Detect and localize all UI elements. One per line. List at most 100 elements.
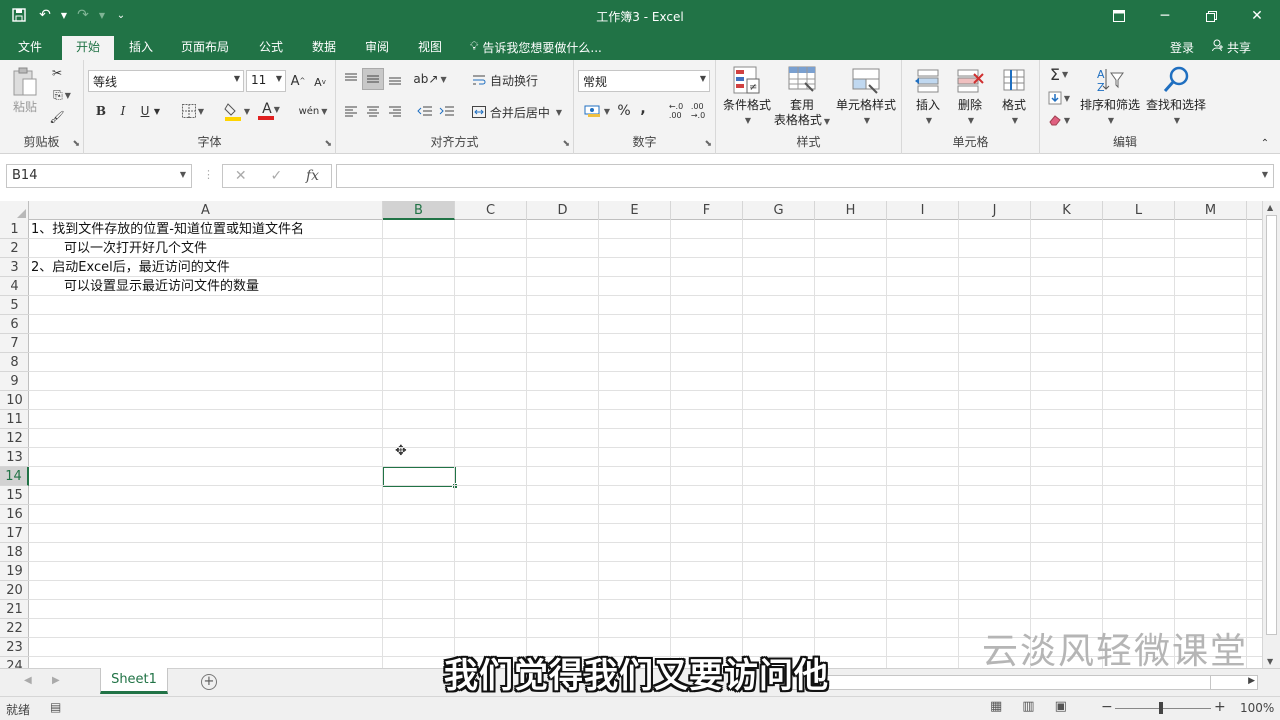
cell-styles-button[interactable]: 单元格样式 ▼ — [834, 64, 898, 128]
share-button[interactable]: 共享 — [1212, 39, 1251, 56]
cell-A3[interactable]: 2、启动Excel后，最近访问的文件 — [31, 258, 230, 277]
font-color-icon[interactable]: A ▼ — [254, 100, 288, 122]
tab-home[interactable]: 开始 — [62, 36, 114, 60]
page-break-view-icon[interactable]: ▣ — [1055, 699, 1067, 714]
sheet-tab-sheet1[interactable]: Sheet1 — [100, 668, 168, 694]
page-layout-view-icon[interactable]: ▥ — [1022, 699, 1034, 714]
row-header-6[interactable]: 6 — [0, 315, 29, 334]
insert-function-icon[interactable]: fx — [306, 168, 319, 184]
row-header-7[interactable]: 7 — [0, 334, 29, 353]
vertical-scroll-thumb[interactable] — [1266, 215, 1277, 635]
scroll-up-icon[interactable]: ▲ — [1267, 203, 1273, 212]
next-sheet-icon[interactable]: ▶ — [52, 675, 60, 686]
align-top-icon[interactable] — [342, 70, 360, 88]
column-header-F[interactable]: F — [671, 201, 743, 220]
decrease-font-icon[interactable]: Av — [312, 74, 328, 90]
tab-data[interactable]: 数据 — [304, 36, 344, 60]
column-header-G[interactable]: G — [743, 201, 815, 220]
normal-view-icon[interactable]: ▦ — [990, 699, 1002, 714]
row-header-3[interactable]: 3 — [0, 258, 29, 277]
number-launcher-icon[interactable]: ⬊ — [704, 139, 712, 149]
fill-color-icon[interactable]: ▼ — [220, 100, 254, 122]
column-header-B[interactable]: B — [383, 201, 455, 220]
tab-formulas[interactable]: 公式 — [251, 36, 291, 60]
zoom-slider-thumb[interactable] — [1159, 702, 1163, 714]
zoom-level[interactable]: 100% — [1240, 701, 1274, 715]
align-center-icon[interactable] — [364, 102, 382, 120]
row-header-17[interactable]: 17 — [0, 524, 29, 543]
row-header-15[interactable]: 15 — [0, 486, 29, 505]
paste-button[interactable]: 粘贴 — [8, 66, 42, 115]
copy-icon[interactable]: ⎘ ▼ — [48, 86, 76, 104]
prev-sheet-icon[interactable]: ◀ — [24, 675, 32, 686]
row-header-22[interactable]: 22 — [0, 619, 29, 638]
align-bottom-icon[interactable] — [386, 70, 404, 88]
align-left-icon[interactable] — [342, 102, 360, 120]
row-header-11[interactable]: 11 — [0, 410, 29, 429]
column-header-M[interactable]: M — [1175, 201, 1247, 220]
column-header-A[interactable]: A — [29, 201, 383, 220]
row-header-13[interactable]: 13 — [0, 448, 29, 467]
increase-indent-icon[interactable] — [438, 102, 456, 120]
format-as-table-button[interactable]: 套用 表格格式 ▼ — [772, 64, 832, 129]
column-header-J[interactable]: J — [959, 201, 1031, 220]
find-select-button[interactable]: 查找和选择 ▼ — [1144, 64, 1208, 128]
column-header-L[interactable]: L — [1103, 201, 1175, 220]
cut-icon[interactable]: ✂ — [48, 64, 66, 82]
tell-me-box[interactable]: 💡︎ 告诉我您想要做什么... — [470, 39, 602, 56]
underline-dropdown-icon[interactable]: ▼ — [152, 102, 162, 120]
comma-style-button[interactable]: , — [636, 100, 650, 118]
insert-cells-button[interactable]: 插入 ▼ — [908, 64, 948, 128]
phonetic-icon[interactable]: wén ▼ — [296, 100, 330, 122]
close-icon[interactable]: ✕ — [1234, 0, 1280, 32]
zoom-out-icon[interactable]: − — [1101, 699, 1113, 715]
row-header-4[interactable]: 4 — [0, 277, 29, 296]
increase-decimal-icon[interactable]: ←.0.00 — [666, 102, 686, 120]
font-size-select[interactable]: 11 ▼ — [246, 70, 286, 92]
row-header-20[interactable]: 20 — [0, 581, 29, 600]
active-cell-B14[interactable] — [382, 466, 458, 489]
row-header-21[interactable]: 21 — [0, 600, 29, 619]
percent-style-button[interactable]: % — [616, 102, 632, 120]
vertical-scrollbar[interactable]: ▲ ▼ — [1262, 201, 1280, 668]
alignment-launcher-icon[interactable]: ⬊ — [562, 139, 570, 149]
cells-area[interactable]: 1、找到文件存放的位置-知道位置或知道文件名 可以一次打开好几个文件 2、启动E… — [29, 220, 1262, 668]
wrap-text-button[interactable]: 自动换行 — [468, 70, 542, 90]
clear-icon[interactable]: ▼ — [1044, 110, 1074, 130]
name-box[interactable]: B14 ▼ — [6, 164, 192, 188]
merge-center-button[interactable]: 合并后居中 ▼ — [468, 102, 566, 122]
scroll-down-icon[interactable]: ▼ — [1267, 657, 1273, 666]
tab-page-layout[interactable]: 页面布局 — [173, 36, 237, 60]
row-header-8[interactable]: 8 — [0, 353, 29, 372]
italic-button[interactable]: I — [116, 102, 130, 120]
zoom-in-icon[interactable]: + — [1214, 699, 1226, 715]
row-header-24[interactable]: 24 — [0, 657, 29, 668]
fill-handle[interactable] — [452, 483, 458, 489]
row-header-19[interactable]: 19 — [0, 562, 29, 581]
tab-view[interactable]: 视图 — [410, 36, 450, 60]
font-launcher-icon[interactable]: ⬊ — [324, 139, 332, 149]
ribbon-display-options-icon[interactable] — [1096, 0, 1142, 32]
column-header-C[interactable]: C — [455, 201, 527, 220]
cell-A1[interactable]: 1、找到文件存放的位置-知道位置或知道文件名 — [31, 220, 304, 239]
tab-file[interactable]: 文件 — [10, 36, 50, 60]
tab-review[interactable]: 审阅 — [357, 36, 397, 60]
autosum-icon[interactable]: Σ ▼ — [1044, 64, 1074, 84]
row-header-16[interactable]: 16 — [0, 505, 29, 524]
format-painter-icon[interactable]: 🖌︎ — [48, 108, 66, 126]
fill-icon[interactable]: ▼ — [1044, 88, 1074, 108]
clipboard-launcher-icon[interactable]: ⬊ — [72, 139, 80, 149]
conditional-format-button[interactable]: ≠ 条件格式 ▼ — [718, 64, 776, 128]
restore-icon[interactable] — [1188, 0, 1234, 32]
decrease-indent-icon[interactable] — [416, 102, 434, 120]
column-header-I[interactable]: I — [887, 201, 959, 220]
bold-button[interactable]: B — [94, 102, 108, 120]
orientation-icon[interactable]: ab↗ ▼ — [413, 70, 446, 88]
cell-A4[interactable]: 可以设置显示最近访问文件的数量 — [64, 277, 259, 296]
row-header-23[interactable]: 23 — [0, 638, 29, 657]
formula-input[interactable]: ▼ — [336, 164, 1274, 188]
scroll-right-icon[interactable]: ▶ — [1248, 676, 1255, 686]
increase-font-icon[interactable]: A ^ — [290, 72, 306, 90]
login-link[interactable]: 登录 — [1170, 39, 1194, 56]
row-header-1[interactable]: 1 — [0, 220, 29, 239]
